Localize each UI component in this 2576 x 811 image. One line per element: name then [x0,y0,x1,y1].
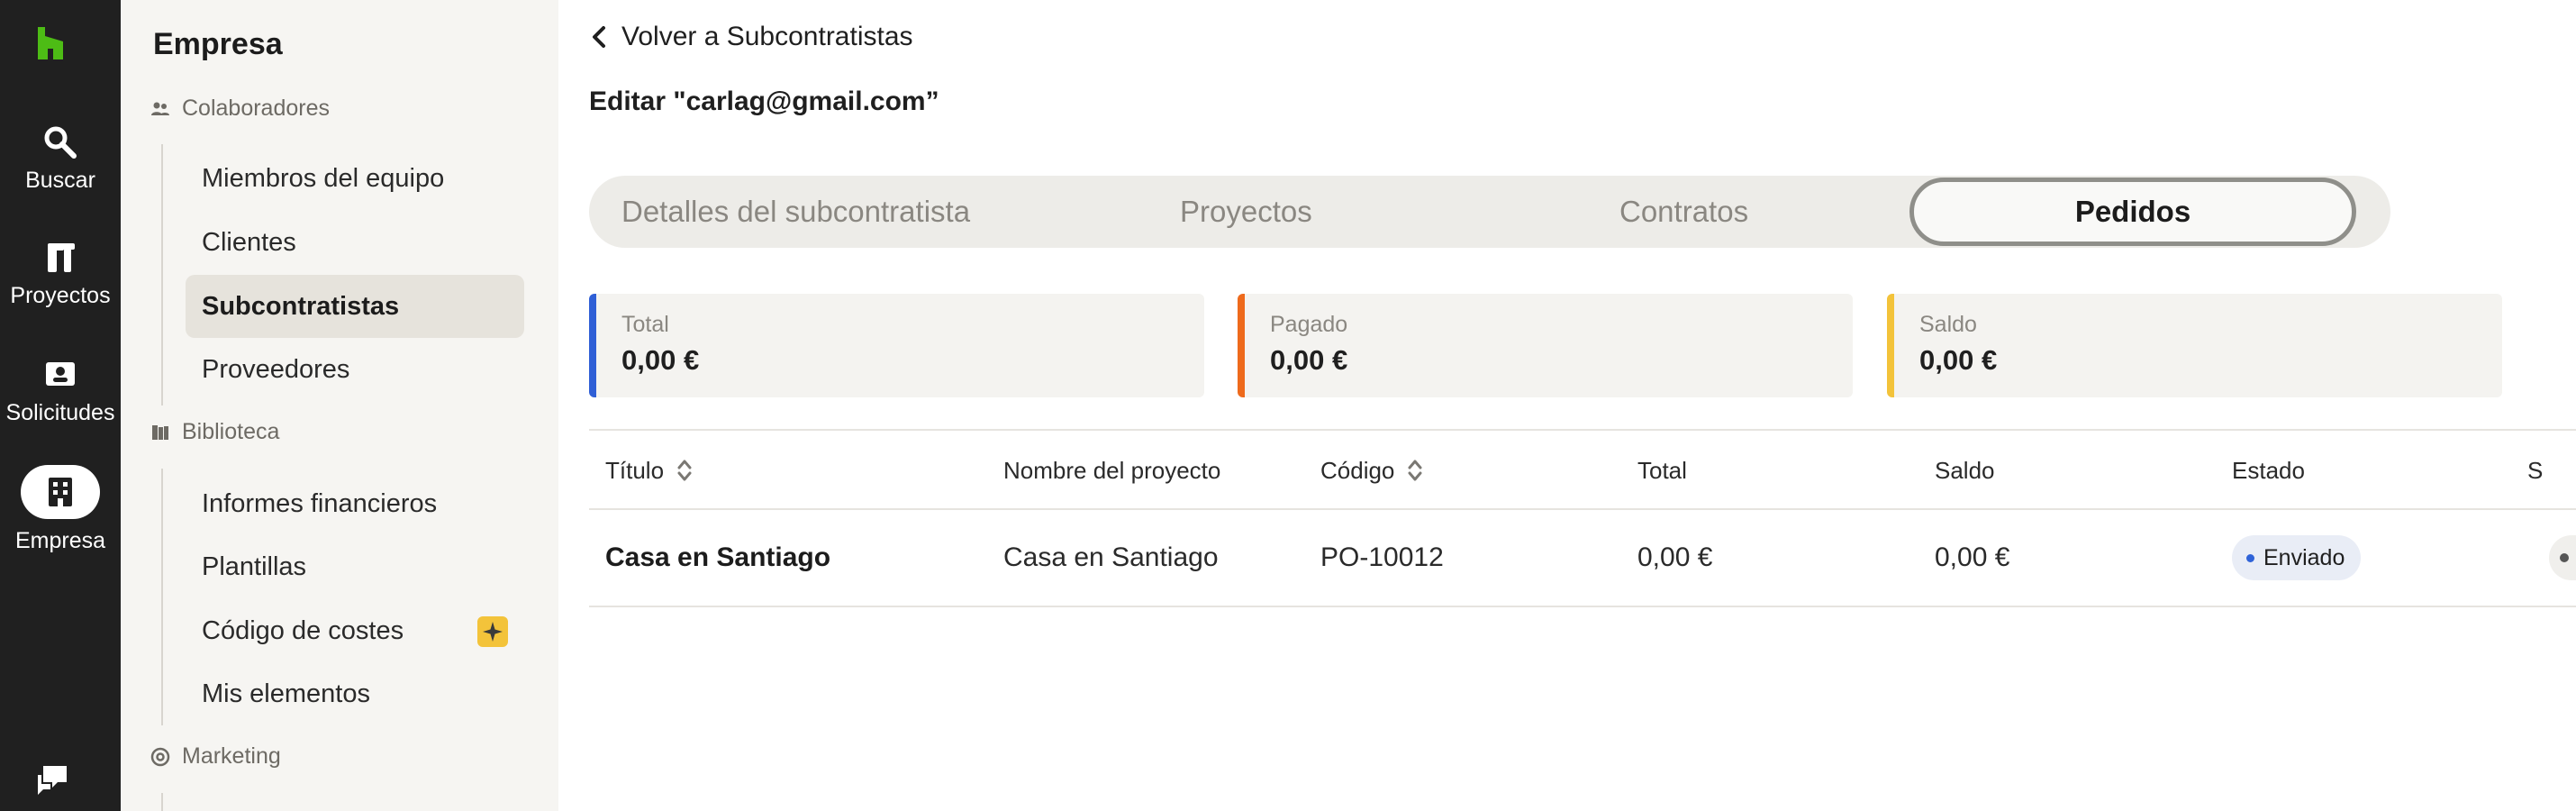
sidebar-title: Empresa [153,27,283,61]
building-icon [49,478,72,506]
cell-partial [2549,510,2576,606]
column-header-label: Código [1320,456,1395,484]
sparkle-icon [477,616,508,647]
status-label: Enviado [2263,544,2345,570]
cell-saldo: 0,00 € [1935,542,2010,572]
card-label: Saldo [1919,312,1977,337]
column-header-label: Título [605,456,665,484]
sidebar-item-label: Plantillas [202,551,307,581]
summary-card-pagado: Pagado 0,00 € [1238,294,1853,397]
sidebar-item-label: Subcontratistas [202,291,400,321]
rail-item-label: Empresa [14,528,106,553]
summary-card-saldo: Saldo 0,00 € [1887,294,2502,397]
column-header-titulo[interactable]: Título [605,431,693,510]
status-dot [2246,553,2254,562]
people-icon [151,102,169,115]
sidebar-item-mis-elementos[interactable]: Mis elementos [186,662,524,725]
cell-proyecto: Casa en Santiago [1003,542,1219,572]
tab-contratos[interactable]: Contratos [1619,176,1748,248]
status-badge: Enviado [2232,535,2362,580]
column-header-proyecto: Nombre del proyecto [1003,431,1220,510]
partial-badge [2549,535,2576,580]
tree-line [161,469,163,725]
cell-estado: Enviado [2232,510,2362,606]
summary-card-total: Total 0,00 € [589,294,1204,397]
section-colaboradores[interactable]: Colaboradores [150,96,330,122]
column-header-partial: S [2527,431,2543,510]
card-accent-bar [1887,294,1894,397]
table-header: Título Nombre del proyecto Código Total … [589,429,2576,510]
section-label: Colaboradores [182,96,330,121]
active-pill [21,465,100,519]
cell-codigo: PO-10012 [1320,542,1444,572]
rail-item-proyectos[interactable]: Proyectos [0,240,121,309]
back-link-label: Volver a Subcontratistas [621,22,913,51]
column-header-estado: Estado [2232,431,2305,510]
table-row[interactable]: Casa en Santiago Casa en Santiago PO-100… [589,510,2576,607]
section-label: Biblioteca [182,419,280,444]
card-label: Total [621,312,669,337]
sidebar-item-subcontratistas[interactable]: Subcontratistas [186,275,524,338]
sidebar-item-label: Informes financieros [202,488,438,518]
column-header-saldo: Saldo [1935,431,1995,510]
tools-icon [48,243,75,272]
chat-icon[interactable] [34,762,70,798]
tree-line [161,144,163,406]
sidebar-item-label: Clientes [202,227,296,257]
orders-table: Título Nombre del proyecto Código Total … [589,429,2576,607]
sidebar-item-label: Proveedores [202,354,350,384]
company-sidebar: Empresa Colaboradores Miembros del equip… [121,0,558,811]
card-value: 0,00 € [621,344,700,376]
tab-bar: Detalles del subcontratista Proyectos Co… [589,176,2390,248]
at-sign-icon [150,747,170,766]
column-header-label: Saldo [1935,456,1995,484]
card-value: 0,00 € [1919,344,1998,376]
app-rail: Buscar Proyectos Solicitudes Empresa [0,0,121,811]
column-header-label: Estado [2232,456,2305,484]
column-header-label: Nombre del proyecto [1003,456,1221,484]
chevron-left-icon [593,26,605,48]
sidebar-item-label: Miembros del equipo [202,163,445,193]
cell-titulo[interactable]: Casa en Santiago [605,510,830,606]
inbox-user-icon [46,362,75,386]
search-icon [44,126,77,159]
sidebar-item-proveedores[interactable]: Proveedores [186,338,524,401]
card-label: Pagado [1270,312,1348,337]
section-biblioteca[interactable]: Biblioteca [150,419,279,445]
rail-item-solicitudes[interactable]: Solicitudes [0,357,121,426]
sidebar-item-codigo-costes[interactable]: Código de costes [186,599,524,662]
section-marketing[interactable]: Marketing [150,743,281,770]
sidebar-item-clientes[interactable]: Clientes [186,211,524,274]
tab-detalles[interactable]: Detalles del subcontratista [621,176,970,248]
column-header-codigo[interactable]: Código [1320,431,1423,510]
sidebar-item-label: Código de costes [202,615,404,645]
rail-item-label: Buscar [25,168,95,193]
tab-proyectos[interactable]: Proyectos [1180,176,1312,248]
houzz-logo-icon[interactable] [34,27,67,59]
column-header-label: S [2527,456,2544,484]
sort-icon [677,460,692,481]
sidebar-item-label: Mis elementos [202,679,370,708]
card-accent-bar [589,294,596,397]
rail-item-label: Proyectos [10,283,111,308]
sidebar-item-miembros[interactable]: Miembros del equipo [186,147,524,210]
sidebar-item-informes[interactable]: Informes financieros [186,472,524,535]
sort-icon [1408,460,1422,481]
rail-item-label: Solicitudes [5,400,115,425]
section-label: Marketing [182,743,281,769]
rail-item-empresa[interactable]: Empresa [0,465,121,554]
books-icon [152,424,168,440]
card-accent-bar [1238,294,1245,397]
cell-total: 0,00 € [1637,542,1713,572]
column-header-label: Total [1637,456,1687,484]
rail-item-buscar[interactable]: Buscar [0,124,121,194]
back-link[interactable]: Volver a Subcontratistas [589,22,913,52]
column-header-total: Total [1637,431,1687,510]
main-content: Volver a Subcontratistas Editar "carlag@… [558,0,2576,811]
page-title: Editar "carlag@gmail.com” [589,87,939,116]
card-value: 0,00 € [1270,344,1348,376]
tree-line [161,793,163,811]
sidebar-item-plantillas[interactable]: Plantillas [186,535,524,598]
tab-pedidos[interactable]: Pedidos [1909,178,2356,246]
